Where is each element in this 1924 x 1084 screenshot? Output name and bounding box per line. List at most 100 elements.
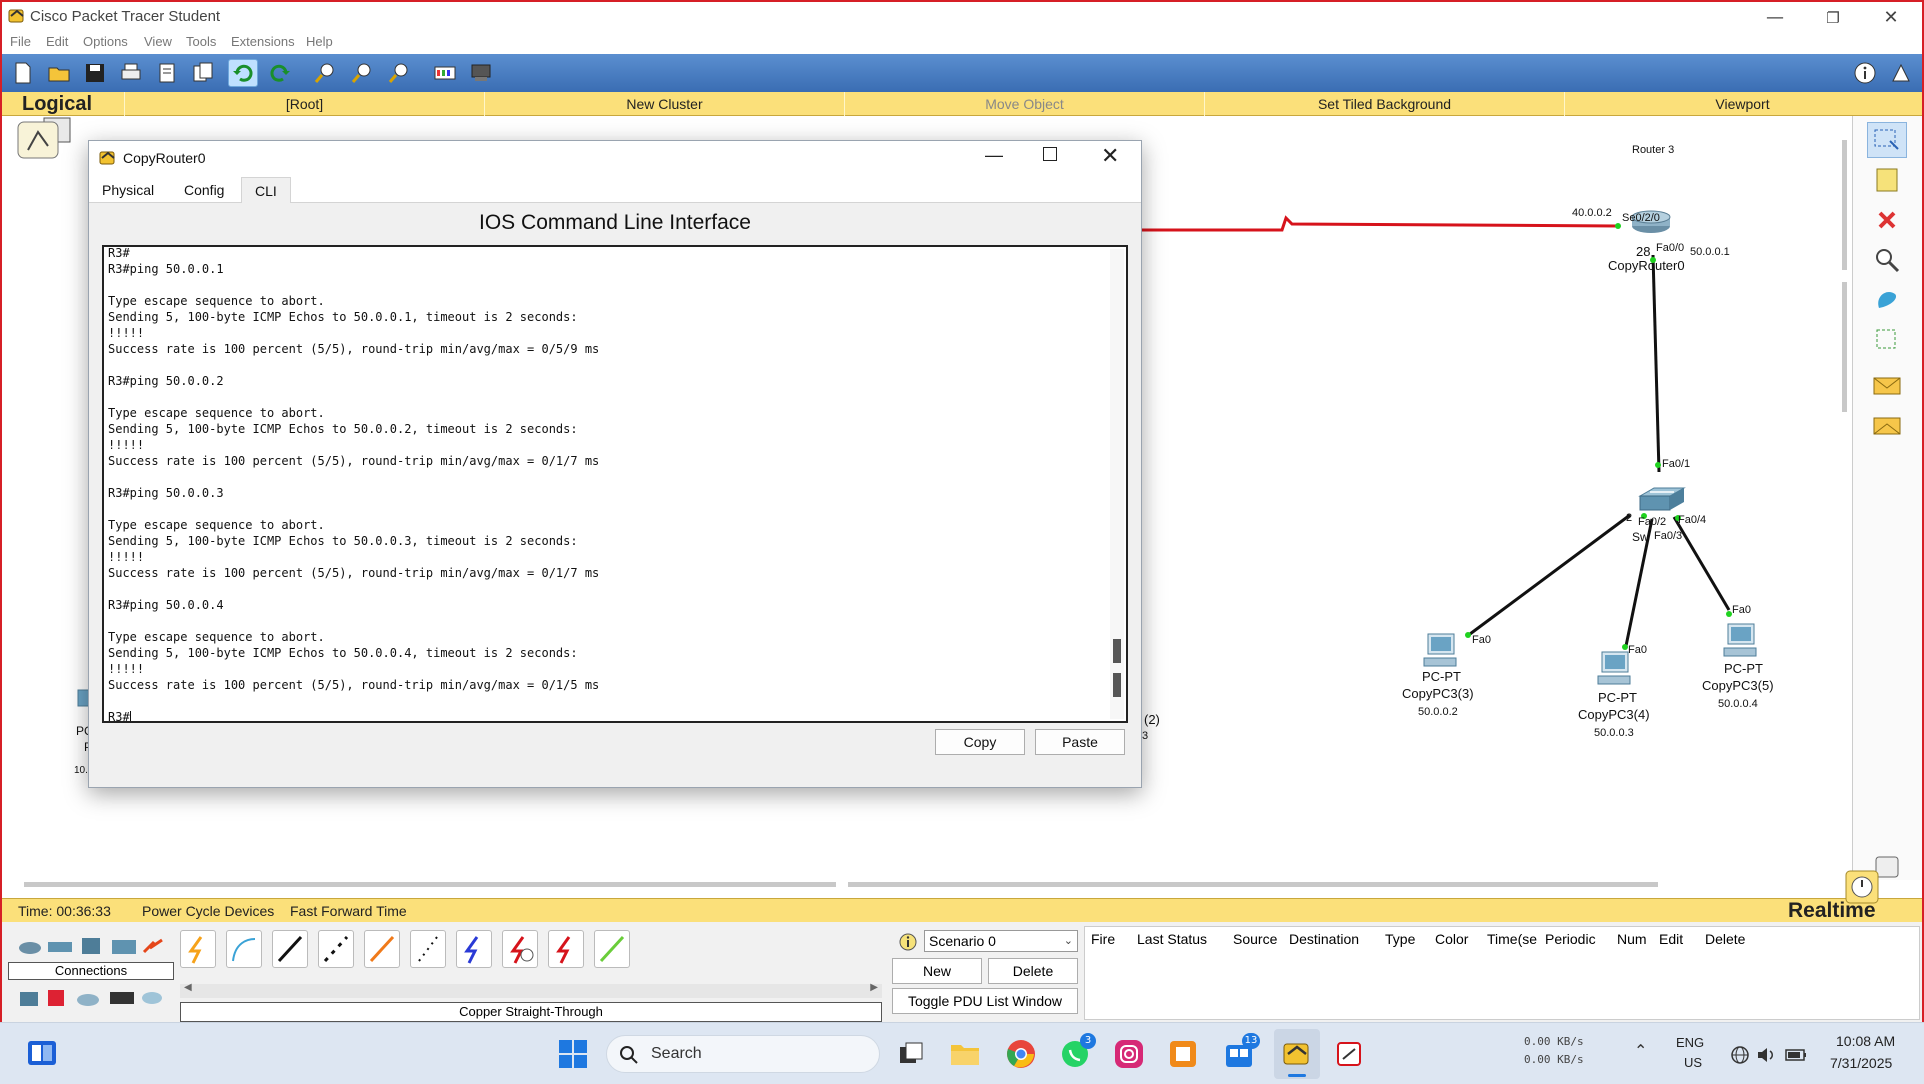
coaxial-cable-icon[interactable] [456,930,492,968]
copy-icon[interactable] [188,59,218,87]
zoom-in-icon[interactable] [310,59,340,87]
straight-through-cable-icon[interactable] [272,930,308,968]
menu-edit[interactable]: Edit [46,34,68,49]
pc-icon[interactable] [1420,632,1460,670]
delete-tool-icon[interactable] [1867,202,1907,238]
inspect-tool-icon[interactable] [1867,242,1907,278]
realtime-mode-label[interactable]: Realtime [1788,899,1876,923]
cli-scrollbar-thumb[interactable] [1113,639,1121,663]
clock-time[interactable]: 10:08 AM [1836,1033,1895,1049]
input-region[interactable]: US [1684,1055,1702,1070]
logical-mode-label[interactable]: Logical [22,92,92,116]
scenario-info-icon[interactable] [898,932,918,952]
pc3-name[interactable]: CopyPC3(3) [1402,686,1474,701]
undo-icon[interactable] [228,59,258,87]
usb-cable-icon[interactable] [594,930,630,968]
connection-subcategory-icons[interactable] [16,986,166,1010]
show-hidden-icons-icon[interactable]: ⌃ [1634,1041,1647,1060]
root-button[interactable]: [Root] [124,92,484,116]
dialog-minimize-button[interactable]: — [985,145,1003,166]
task-view-icon[interactable] [898,1041,924,1067]
menu-help[interactable]: Help [306,34,333,49]
viewport-button[interactable]: Viewport [1564,92,1920,116]
menu-view[interactable]: View [144,34,172,49]
fiber-cable-icon[interactable] [364,930,400,968]
vertical-scrollbar-top[interactable] [1842,140,1847,270]
globe-icon[interactable] [1730,1045,1750,1065]
taskbar-search-box[interactable]: Search [606,1035,880,1073]
info-icon[interactable] [1850,59,1880,87]
add-simple-pdu-icon[interactable] [1867,368,1907,404]
serial-dce-cable-icon[interactable] [502,930,538,968]
serial-dte-cable-icon[interactable] [548,930,584,968]
copy-button[interactable]: Copy [935,729,1025,755]
widgets-icon[interactable] [28,1041,56,1065]
power-cycle-button[interactable]: Power Cycle Devices [142,903,274,919]
phone-cable-icon[interactable] [410,930,446,968]
cli-scrollbar[interactable] [1110,249,1124,719]
close-button[interactable]: ✕ [1868,4,1914,32]
volume-icon[interactable] [1756,1045,1778,1065]
new-cluster-button[interactable]: New Cluster [484,92,844,116]
crossover-cable-icon[interactable] [318,930,354,968]
new-scenario-button[interactable]: New [892,958,982,984]
custom-device-icon[interactable] [466,59,496,87]
horizontal-scrollbar-left[interactable] [24,882,836,887]
cli-scrollbar-thumb[interactable] [1113,673,1121,697]
vertical-scrollbar-thumb[interactable] [1842,282,1847,412]
palette-icon[interactable] [430,59,460,87]
menu-options[interactable]: Options [83,34,128,49]
orange-app-icon[interactable] [1168,1039,1198,1069]
menu-tools[interactable]: Tools [186,34,216,49]
add-complex-pdu-icon[interactable] [1867,408,1907,444]
restore-button[interactable]: ❐ [1810,4,1856,32]
toggle-pdu-list-button[interactable]: Toggle PDU List Window [892,988,1078,1014]
battery-icon[interactable] [1784,1045,1808,1065]
chrome-icon[interactable] [1006,1039,1036,1069]
pc4-name[interactable]: CopyPC3(4) [1578,707,1650,722]
tab-physical[interactable]: Physical [89,177,167,203]
snipping-tool-icon[interactable] [1334,1039,1364,1069]
pc5-name[interactable]: CopyPC3(5) [1702,678,1774,693]
clock-date[interactable]: 7/31/2025 [1830,1055,1892,1071]
cli-terminal[interactable]: R3# R3#ping 50.0.0.1 Type escape sequence… [102,245,1128,723]
console-cable-icon[interactable] [226,930,262,968]
save-icon[interactable] [80,59,110,87]
delete-scenario-button[interactable]: Delete [988,958,1078,984]
set-tiled-background-button[interactable]: Set Tiled Background [1204,92,1564,116]
menu-extensions[interactable]: Extensions [231,34,295,49]
network-info-icon[interactable] [1886,59,1916,87]
redo-icon[interactable] [265,59,295,87]
activity-wizard-icon[interactable] [152,59,182,87]
dialog-close-button[interactable]: ✕ [1101,143,1119,169]
resize-tool-icon[interactable] [1867,322,1907,358]
move-object-button[interactable]: Move Object [844,92,1204,116]
auto-connection-icon[interactable] [180,930,216,968]
paste-button[interactable]: Paste [1035,729,1125,755]
dialog-maximize-button[interactable] [1043,147,1057,161]
menu-file[interactable]: File [10,34,31,49]
draw-shape-tool-icon[interactable] [1867,282,1907,318]
select-tool-icon[interactable] [1867,122,1907,158]
router-name-label[interactable]: CopyRouter0 [1608,258,1685,273]
minimize-button[interactable]: — [1752,4,1798,32]
windows-start-icon[interactable] [558,1039,588,1069]
tab-config[interactable]: Config [171,177,237,203]
file-explorer-icon[interactable] [950,1041,980,1067]
pc-icon[interactable] [1720,622,1760,660]
note-tool-icon[interactable] [1867,162,1907,198]
zoom-out-icon[interactable] [384,59,414,87]
fast-forward-button[interactable]: Fast Forward Time [290,903,407,919]
instagram-icon[interactable] [1114,1039,1144,1069]
input-language[interactable]: ENG [1676,1035,1704,1050]
cable-scrollbar[interactable]: ◀ ▶ [180,982,882,998]
open-folder-icon[interactable] [44,59,74,87]
new-file-icon[interactable] [8,59,38,87]
device-category-icons[interactable] [16,934,166,958]
switch-icon[interactable] [1634,486,1686,516]
packet-tracer-taskbar-item[interactable] [1274,1029,1320,1079]
print-icon[interactable] [116,59,146,87]
scenario-select[interactable]: Scenario 0 ⌄ [924,930,1078,952]
zoom-reset-icon[interactable] [347,59,377,87]
tab-cli[interactable]: CLI [241,177,291,203]
